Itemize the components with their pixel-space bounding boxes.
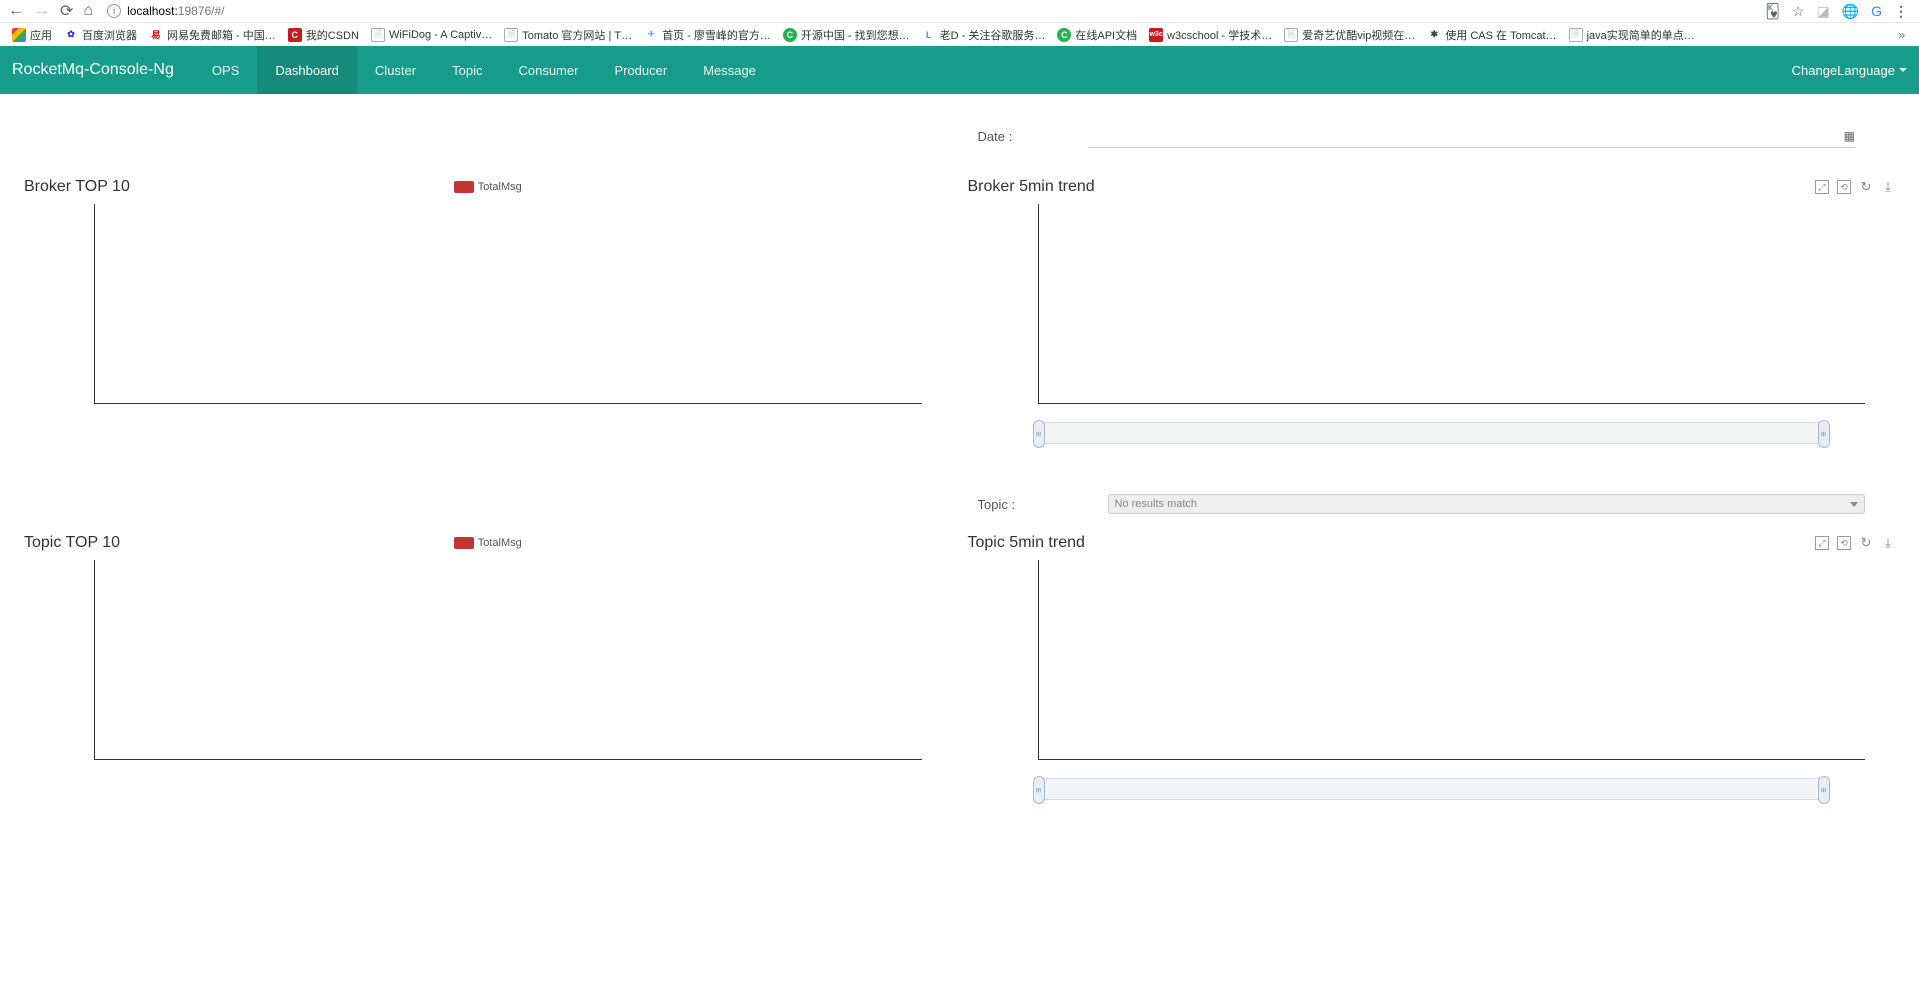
nav-dashboard[interactable]: Dashboard	[257, 46, 357, 94]
nav-ops[interactable]: OPS	[194, 46, 257, 94]
date-field[interactable]	[1088, 129, 1844, 143]
restore-icon[interactable]: ↻	[1859, 180, 1873, 194]
download-icon[interactable]: ⤓	[1881, 180, 1895, 194]
zoom-reset-icon[interactable]: ⟲	[1837, 536, 1851, 550]
url-host: localhost:	[127, 4, 178, 18]
date-input[interactable]: ▦	[1088, 124, 1856, 148]
profile-icon[interactable]: G	[1871, 3, 1882, 19]
bookmark-item[interactable]: C在线API文档	[1053, 27, 1141, 43]
menu-icon[interactable]: ⋮	[1894, 3, 1907, 20]
bookmark-item[interactable]: 🗎java实现简单的单点…	[1565, 27, 1699, 43]
nav-message[interactable]: Message	[685, 46, 774, 94]
nav-producer[interactable]: Producer	[596, 46, 685, 94]
translate-icon[interactable]: 🂾	[1766, 3, 1780, 20]
zoom-icon[interactable]: ⤢	[1815, 180, 1829, 194]
bookmark-item[interactable]: 🗎爱奇艺优酷vip视频在…	[1280, 27, 1419, 43]
slider-handle-right[interactable]	[1818, 776, 1830, 804]
bookmark-item[interactable]: C开源中国 - 找到您想…	[779, 27, 914, 43]
bookmark-item[interactable]: C我的CSDN	[284, 27, 363, 43]
chart-canvas	[1038, 560, 1866, 760]
back-button[interactable]: ←	[8, 2, 24, 20]
broker-top10-chart: Broker TOP 10 TotalMsg	[24, 178, 952, 404]
zoom-icon[interactable]: ⤢	[1815, 536, 1829, 550]
bookmark-item[interactable]: 易网易免费邮箱 - 中国…	[145, 27, 280, 43]
bookmark-item[interactable]: ✿百度浏览器	[60, 27, 141, 43]
bookmark-bar: 应用 ✿百度浏览器 易网易免费邮箱 - 中国… C我的CSDN 🗎WiFiDog…	[0, 22, 1919, 46]
change-language-dropdown[interactable]: ChangeLanguage	[1792, 63, 1907, 78]
nav-cluster[interactable]: Cluster	[357, 46, 434, 94]
topic-trend-chart: Topic 5min trend ⤢ ⟲ ↻ ⤓	[968, 534, 1896, 800]
chart-toolbox: ⤢ ⟲ ↻ ⤓	[1815, 536, 1895, 550]
topic-filter-row: Topic : No results match	[978, 494, 1866, 514]
topic-select[interactable]: No results match	[1108, 494, 1866, 514]
dashboard-content: Date : ▦ Broker TOP 10 TotalMsg	[0, 94, 1919, 870]
chart-title: Broker TOP 10	[24, 178, 130, 196]
legend-swatch	[454, 537, 474, 549]
topic-top10-chart: Topic TOP 10 TotalMsg	[24, 534, 952, 760]
data-zoom-slider[interactable]	[1038, 422, 1826, 444]
slider-handle-left[interactable]	[1033, 776, 1045, 804]
caret-down-icon	[1899, 68, 1907, 72]
bookmark-item[interactable]: L老D - 关注谷歌服务…	[918, 27, 1050, 43]
url-bar[interactable]: i localhost:19876/#/	[103, 2, 1755, 20]
chart-legend[interactable]: TotalMsg	[454, 537, 522, 549]
bookmark-star-icon[interactable]: ☆	[1792, 3, 1805, 20]
nav-topic[interactable]: Topic	[434, 46, 500, 94]
app-brand[interactable]: RocketMq-Console-Ng	[12, 61, 194, 79]
download-icon[interactable]: ⤓	[1881, 536, 1895, 550]
bookmark-item[interactable]: ✈首页 - 廖雪峰的官方…	[640, 27, 775, 43]
chart-canvas	[94, 560, 922, 760]
slider-handle-left[interactable]	[1033, 420, 1045, 448]
toolbar-right: 🂾 ☆ ◪ 🌐 G ⋮	[1766, 3, 1911, 20]
date-filter-row: Date : ▦	[968, 124, 1896, 148]
bookmark-item[interactable]: w3cw3cschool - 学技术…	[1145, 27, 1276, 43]
url-path: 19876/#/	[178, 4, 225, 18]
chart-title: Topic 5min trend	[968, 534, 1085, 552]
site-info-icon[interactable]: i	[107, 4, 121, 18]
browser-toolbar: ← → ⟳ ⌂ i localhost:19876/#/ 🂾 ☆ ◪ 🌐 G ⋮	[0, 0, 1919, 22]
reload-button[interactable]: ⟳	[60, 1, 73, 21]
broker-trend-chart: Broker 5min trend ⤢ ⟲ ↻ ⤓	[968, 178, 1896, 444]
zoom-reset-icon[interactable]: ⟲	[1837, 180, 1851, 194]
bookmark-overflow[interactable]: »	[1892, 28, 1911, 42]
app-nav: RocketMq-Console-Ng OPS Dashboard Cluste…	[0, 46, 1919, 94]
chart-title: Topic TOP 10	[24, 534, 120, 552]
globe-icon[interactable]: 🌐	[1842, 3, 1859, 20]
bookmark-item[interactable]: ✱使用 CAS 在 Tomcat…	[1423, 27, 1560, 43]
legend-swatch	[454, 181, 474, 193]
topic-label: Topic :	[978, 497, 1108, 512]
home-button[interactable]: ⌂	[83, 2, 93, 20]
chart-canvas	[1038, 204, 1866, 404]
forward-button[interactable]: →	[34, 2, 50, 20]
restore-icon[interactable]: ↻	[1859, 536, 1873, 550]
chart-legend[interactable]: TotalMsg	[454, 181, 522, 193]
nav-consumer[interactable]: Consumer	[500, 46, 596, 94]
bookmark-item[interactable]: 🗎Tomato 官方网站 | T…	[500, 27, 636, 43]
chart-toolbox: ⤢ ⟲ ↻ ⤓	[1815, 180, 1895, 194]
extension-icon[interactable]: ◪	[1816, 3, 1829, 20]
bookmark-item[interactable]: 🗎WiFiDog - A Captiv…	[367, 28, 496, 42]
chart-title: Broker 5min trend	[968, 178, 1095, 196]
calendar-icon[interactable]: ▦	[1844, 129, 1855, 143]
chart-canvas	[94, 204, 922, 404]
data-zoom-slider[interactable]	[1038, 778, 1826, 800]
bookmark-apps[interactable]: 应用	[8, 27, 56, 43]
slider-handle-right[interactable]	[1818, 420, 1830, 448]
date-label: Date :	[968, 129, 1088, 144]
